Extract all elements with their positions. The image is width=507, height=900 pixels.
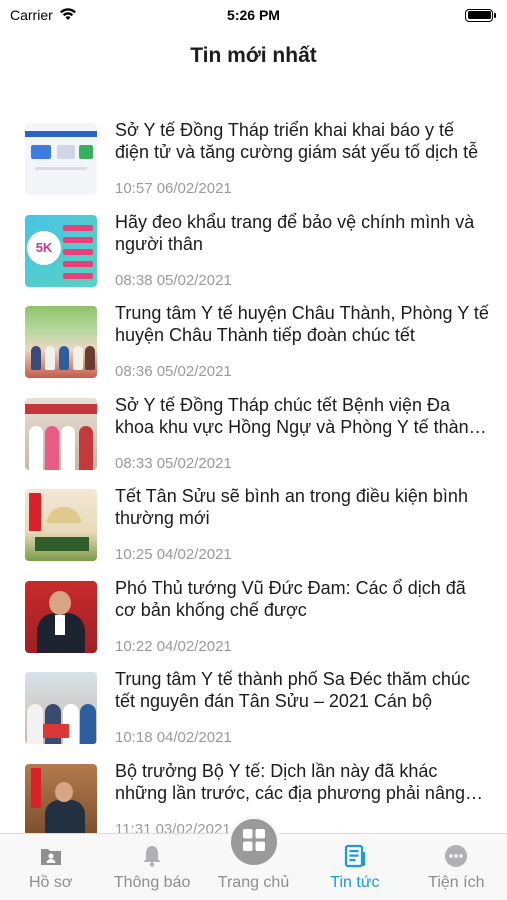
news-time: 08:36 05/02/2021	[115, 363, 232, 380]
tab-notifications[interactable]: Thông báo	[101, 834, 202, 900]
news-title: Hãy đeo khẩu trang để bảo vệ chính mình …	[115, 211, 475, 254]
battery-icon	[465, 8, 496, 22]
news-item[interactable]: 5K Hãy đeo khẩu trang để bảo vệ chính mì…	[0, 207, 507, 299]
news-title: Sở Y tế Đồng Tháp chúc tết Bệnh viện Đa …	[115, 394, 479, 437]
tab-utilities[interactable]: Tiện ích	[406, 834, 507, 900]
news-time: 10:57 06/02/2021	[115, 180, 232, 197]
news-time: 08:38 05/02/2021	[115, 271, 232, 289]
grid-icon	[242, 828, 266, 857]
bell-icon	[139, 843, 165, 869]
news-thumbnail	[25, 306, 97, 378]
news-time: 10:18 04/02/2021	[115, 729, 232, 746]
news-title: Trung tâm Y tế thành phố Sa Đéc thăm chú…	[115, 669, 470, 711]
carrier-label: Carrier	[10, 7, 53, 23]
news-time: 10:22 04/02/2021	[115, 637, 232, 655]
tab-label: Trang chủ	[217, 874, 290, 891]
news-item[interactable]: Sở Y tế Đồng Tháp chúc tết Bệnh viện Đa …	[0, 390, 507, 482]
news-thumbnail	[25, 123, 97, 195]
news-thumbnail	[25, 672, 97, 744]
news-thumbnail	[25, 397, 97, 470]
news-thumbnail: 5K	[25, 214, 97, 287]
news-title: Phó Thủ tướng Vũ Đức Đam: Các ổ dịch đã …	[115, 577, 466, 620]
news-title: Tết Tân Sửu sẽ bình an trong điều kiện b…	[115, 486, 468, 528]
status-bar: Carrier 5:26 PM	[0, 0, 507, 30]
tab-label: Tiện ích	[428, 874, 485, 891]
news-item[interactable]: Tết Tân Sửu sẽ bình an trong điều kiện b…	[0, 481, 507, 573]
news-item[interactable]: Sở Y tế Đồng Tháp triển khai khai báo y …	[0, 115, 507, 207]
news-title: Bộ trưởng Bộ Y tế: Dịch lần này đã khác …	[115, 760, 465, 803]
thumbnail-5k-logo: 5K	[27, 230, 61, 265]
news-thumbnail	[25, 763, 97, 833]
status-left: Carrier	[10, 7, 77, 24]
home-center-button[interactable]	[227, 816, 280, 868]
tab-news[interactable]: Tin tức	[304, 834, 405, 900]
news-item[interactable]: Trung tâm Y tế huyện Châu Thành, Phòng Y…	[0, 298, 507, 390]
page-title: Tin mới nhất	[190, 44, 317, 67]
tab-profile[interactable]: Hồ sơ	[0, 834, 101, 900]
news-title: Sở Y tế Đồng Tháp triển khai khai báo y …	[115, 120, 479, 162]
tab-label: Thông báo	[113, 874, 191, 891]
news-time: 08:33 05/02/2021	[115, 454, 232, 472]
news-item[interactable]: Trung tâm Y tế thành phố Sa Đéc thăm chú…	[0, 664, 507, 756]
news-time: 10:25 04/02/2021	[115, 546, 232, 563]
profile-card-icon	[38, 843, 64, 869]
news-list[interactable]: Sở Y tế Đồng Tháp triển khai khai báo y …	[0, 115, 507, 833]
news-item[interactable]: Phó Thủ tướng Vũ Đức Đam: Các ổ dịch đã …	[0, 573, 507, 665]
news-time: 11:31 03/02/2021	[115, 820, 231, 834]
more-icon	[443, 843, 469, 869]
news-icon	[342, 843, 368, 869]
wifi-icon	[59, 7, 77, 24]
news-thumbnail	[25, 580, 97, 653]
news-title: Trung tâm Y tế huyện Châu Thành, Phòng Y…	[115, 303, 489, 345]
tab-label: Hồ sơ	[29, 874, 73, 891]
tab-label: Tin tức	[330, 874, 380, 891]
app-screen: Carrier 5:26 PM Tin mới nhất Sở Y tế Đồn…	[0, 0, 507, 900]
tab-home[interactable]: Trang chủ	[203, 816, 304, 900]
tab-bar: Hồ sơ Thông báo Trang chủ Tin tức Tiện í…	[0, 816, 507, 900]
news-thumbnail	[25, 489, 97, 561]
